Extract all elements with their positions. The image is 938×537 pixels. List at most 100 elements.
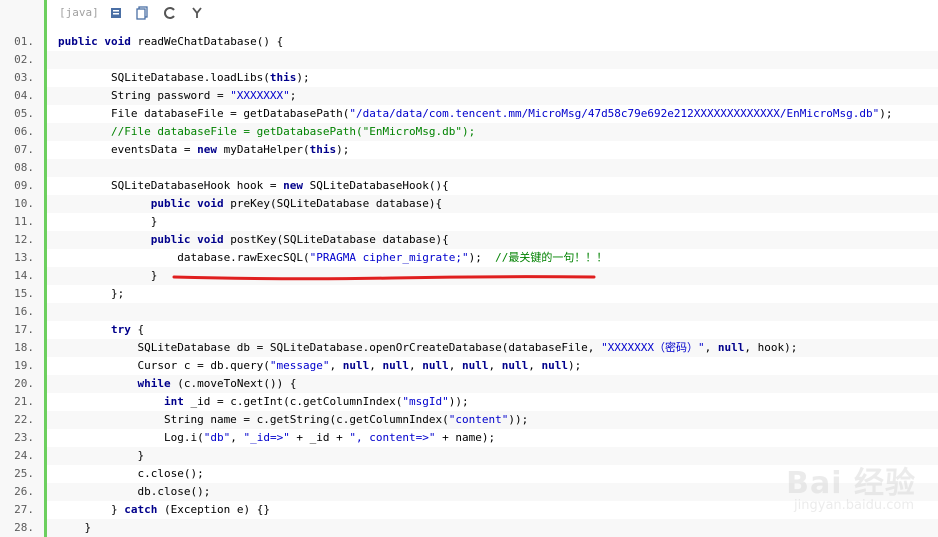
line-number: 03. — [14, 71, 34, 84]
line-number: 20. — [14, 377, 34, 390]
baidu-jingyan-watermark: Bai 经验 jingyan.baidu.com — [742, 458, 922, 528]
code-cell: SQLiteDatabase.loadLibs(this); — [47, 69, 938, 87]
code-text: SQLiteDatabase.loadLibs(this); — [58, 71, 310, 84]
code-row: 21. int _id = c.getInt(c.getColumnIndex(… — [0, 393, 938, 411]
line-number: 01. — [14, 35, 34, 48]
code-text: File databaseFile = getDatabasePath("/da… — [58, 107, 893, 120]
code-text: public void preKey(SQLiteDatabase databa… — [150, 197, 443, 210]
code-row: 06. //File databaseFile = getDatabasePat… — [0, 123, 938, 141]
code-text: Cursor c = db.query("message", null, nul… — [58, 359, 582, 372]
code-cell: SQLiteDatabase db = SQLiteDatabase.openO… — [47, 339, 938, 357]
code-cell: Cursor c = db.query("message", null, nul… — [47, 357, 938, 375]
code-row: 04. String password = "XXXXXXX"; — [0, 87, 938, 105]
code-cell: database.rawExecSQL("PRAGMA cipher_migra… — [47, 249, 938, 267]
code-text: } — [58, 269, 158, 282]
line-number: 15. — [14, 287, 34, 300]
line-number: 27. — [14, 503, 34, 516]
code-text: } — [58, 449, 145, 462]
line-number: 24. — [14, 449, 34, 462]
code-text: try { — [110, 323, 145, 336]
code-cell: //File databaseFile = getDatabasePath("E… — [47, 123, 938, 141]
code-row: 02. — [0, 51, 938, 69]
line-number: 08. — [14, 161, 34, 174]
code-text: public void postKey(SQLiteDatabase datab… — [150, 233, 449, 246]
code-cell — [47, 159, 938, 177]
line-number: 06. — [14, 125, 34, 138]
code-cell: public void preKey(SQLiteDatabase databa… — [47, 195, 938, 213]
code-text: db.close(); — [58, 485, 211, 498]
code-text: database.rawExecSQL("PRAGMA cipher_migra… — [58, 251, 608, 264]
code-cell: String name = c.getString(c.getColumnInd… — [47, 411, 938, 429]
line-number: 16. — [14, 305, 34, 318]
line-number: 12. — [14, 233, 34, 246]
code-cell: while (c.moveToNext()) { — [47, 375, 938, 393]
line-number: 14. — [14, 269, 34, 282]
copy-icon[interactable] — [135, 6, 149, 20]
code-text: eventsData = new myDataHelper(this); — [58, 143, 350, 156]
code-row: 20. while (c.moveToNext()) { — [0, 375, 938, 393]
code-text: }; — [58, 287, 125, 300]
code-cell: SQLiteDatabaseHook hook = new SQLiteData… — [47, 177, 938, 195]
line-number: 04. — [14, 89, 34, 102]
code-text: SQLiteDatabaseHook hook = new SQLiteData… — [58, 179, 449, 192]
code-text: String password = "XXXXXXX"; — [58, 89, 297, 102]
code-text: while (c.moveToNext()) { — [137, 377, 297, 390]
code-cell: eventsData = new myDataHelper(this); — [47, 141, 938, 159]
line-number: 11. — [14, 215, 34, 228]
code-text: c.close(); — [58, 467, 204, 480]
code-row: 08. — [0, 159, 938, 177]
code-text: SQLiteDatabase db = SQLiteDatabase.openO… — [58, 341, 798, 354]
line-number: 19. — [14, 359, 34, 372]
code-row: 19. Cursor c = db.query("message", null,… — [0, 357, 938, 375]
red-underline-annotation — [172, 275, 596, 281]
code-cell: }; — [47, 285, 938, 303]
code-cell: String password = "XXXXXXX"; — [47, 87, 938, 105]
code-row: 05. File databaseFile = getDatabasePath(… — [0, 105, 938, 123]
code-row: 01. public void readWeChatDatabase() { — [0, 33, 938, 51]
code-cell: int _id = c.getInt(c.getColumnIndex("msg… — [47, 393, 938, 411]
code-text: public void readWeChatDatabase() { — [58, 35, 284, 48]
code-row: 16. — [0, 303, 938, 321]
code-row: 10. public void preKey(SQLiteDatabase da… — [0, 195, 938, 213]
code-text: int _id = c.getInt(c.getColumnIndex("msg… — [163, 395, 469, 408]
code-cell: public void readWeChatDatabase() { — [47, 33, 938, 51]
refresh-icon[interactable] — [163, 6, 177, 20]
code-cell: public void postKey(SQLiteDatabase datab… — [47, 231, 938, 249]
code-row: 23. Log.i("db", "_id=>" + _id + ", conte… — [0, 429, 938, 447]
line-number: 17. — [14, 323, 34, 336]
line-number: 18. — [14, 341, 34, 354]
line-number: 09. — [14, 179, 34, 192]
line-number: 22. — [14, 413, 34, 426]
code-text: } — [58, 521, 92, 534]
code-row: 11. } — [0, 213, 938, 231]
code-row: 07. eventsData = new myDataHelper(this); — [0, 141, 938, 159]
code-cell: } — [47, 213, 938, 231]
line-number: 13. — [14, 251, 34, 264]
line-number: 10. — [14, 197, 34, 210]
line-number: 28. — [14, 521, 34, 534]
code-row: 22. String name = c.getString(c.getColum… — [0, 411, 938, 429]
code-cell: try { — [47, 321, 938, 339]
line-number: 02. — [14, 53, 34, 66]
line-number: 05. — [14, 107, 34, 120]
code-cell: Log.i("db", "_id=>" + _id + ", content=>… — [47, 429, 938, 447]
watermark-logo: Bai 经验 — [786, 466, 916, 501]
code-row: 17. try { — [0, 321, 938, 339]
view-source-icon[interactable] — [109, 6, 123, 20]
code-text: } catch (Exception e) {} — [58, 503, 270, 516]
line-number: 23. — [14, 431, 34, 444]
code-cell — [47, 51, 938, 69]
code-text: //File databaseFile = getDatabasePath("E… — [110, 125, 476, 138]
code-row: 18. SQLiteDatabase db = SQLiteDatabase.o… — [0, 339, 938, 357]
help-icon[interactable] — [190, 6, 204, 20]
code-text: String name = c.getString(c.getColumnInd… — [58, 413, 529, 426]
line-number: 25. — [14, 467, 34, 480]
line-number: 21. — [14, 395, 34, 408]
code-row: 13. database.rawExecSQL("PRAGMA cipher_m… — [0, 249, 938, 267]
code-text: } — [58, 215, 158, 228]
code-cell: File databaseFile = getDatabasePath("/da… — [47, 105, 938, 123]
code-row: 15. }; — [0, 285, 938, 303]
code-row: 12. public void postKey(SQLiteDatabase d… — [0, 231, 938, 249]
code-toolbar: [java] — [47, 0, 938, 28]
language-label: [java] — [59, 6, 99, 19]
